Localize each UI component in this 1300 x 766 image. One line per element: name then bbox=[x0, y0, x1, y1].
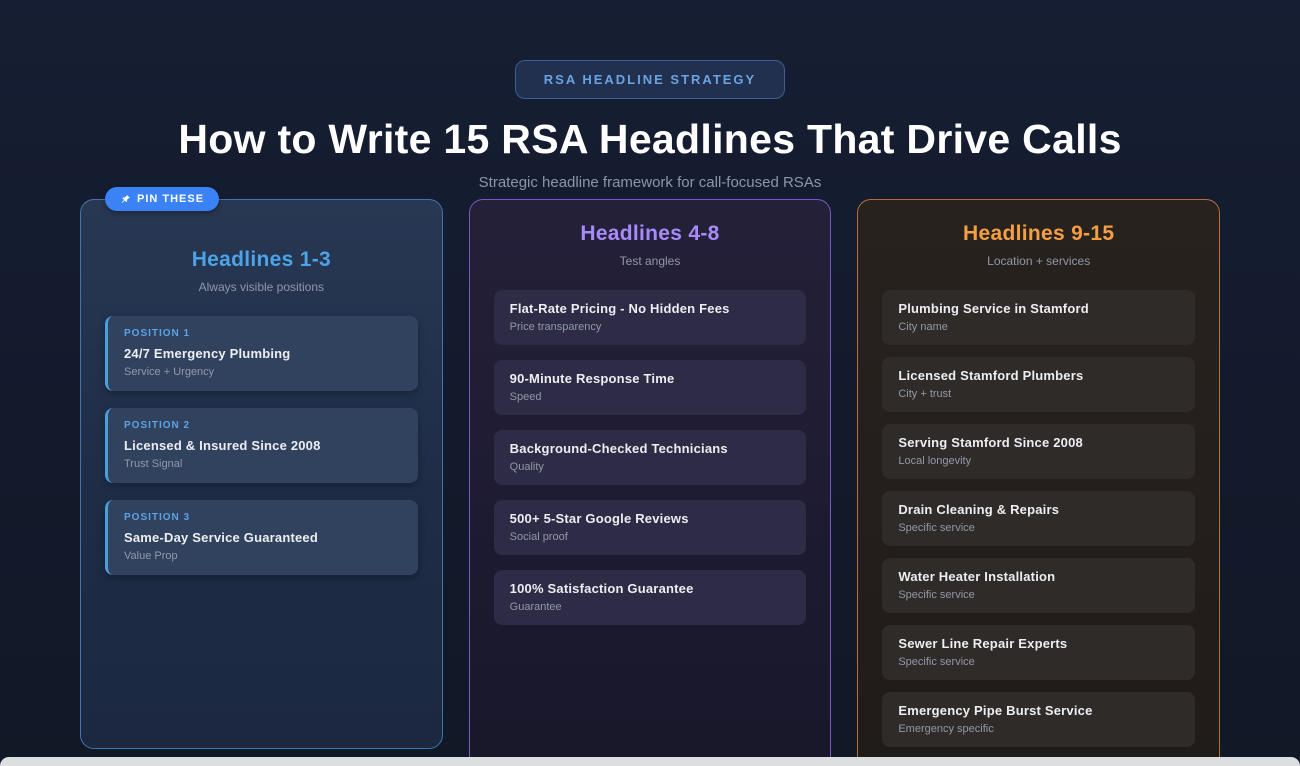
column-title: Headlines 9-15 bbox=[963, 222, 1115, 246]
headline-note: Guarantee bbox=[509, 601, 562, 614]
headline-note: Service + Urgency bbox=[124, 366, 215, 379]
headline-text: 90-Minute Response Time bbox=[509, 371, 675, 387]
headline-text: Licensed Stamford Plumbers bbox=[898, 368, 1084, 384]
headline-note: Trust Signal bbox=[124, 458, 183, 471]
headline-note: Social proof bbox=[509, 531, 568, 544]
headline-card: Water Heater Installation Specific servi… bbox=[882, 558, 1196, 614]
headline-text: Drain Cleaning & Repairs bbox=[898, 502, 1060, 518]
headline-card-position-3: POSITION 3 Same-Day Service Guaranteed V… bbox=[105, 500, 418, 576]
column-subtitle: Location + services bbox=[987, 254, 1091, 269]
headline-card: Plumbing Service in Stamford City name bbox=[882, 290, 1196, 346]
column-header: Headlines 4-8 Test angles bbox=[494, 222, 807, 268]
column-headlines-1-3: PIN THESE Headlines 1-3 Always visible p… bbox=[80, 187, 443, 750]
headline-text: Plumbing Service in Stamford bbox=[898, 301, 1089, 317]
column-headlines-4-8: Headlines 4-8 Test angles Flat-Rate Pric… bbox=[468, 199, 832, 766]
headline-note: Specific service bbox=[898, 522, 975, 535]
pin-badge-label: PIN THESE bbox=[137, 193, 205, 206]
page-title: How to Write 15 RSA Headlines That Drive… bbox=[178, 116, 1122, 162]
columns-container: PIN THESE Headlines 1-3 Always visible p… bbox=[80, 187, 1221, 766]
headline-note: City + trust bbox=[898, 388, 952, 401]
headline-text: Licensed & Insured Since 2008 bbox=[124, 438, 321, 454]
headline-note: Quality bbox=[509, 461, 544, 474]
headline-text: 500+ 5-Star Google Reviews bbox=[509, 511, 689, 527]
headline-text: 24/7 Emergency Plumbing bbox=[124, 346, 291, 362]
headline-text: Serving Stamford Since 2008 bbox=[898, 435, 1083, 451]
headline-card-position-1: POSITION 1 24/7 Emergency Plumbing Servi… bbox=[105, 316, 418, 392]
headline-note: Specific service bbox=[898, 589, 975, 602]
headline-note: Specific service bbox=[898, 656, 975, 669]
column-header: Headlines 1-3 Always visible positions bbox=[105, 248, 418, 294]
headline-text: Same-Day Service Guaranteed bbox=[124, 530, 318, 546]
column-headlines-9-15: Headlines 9-15 Location + services Plumb… bbox=[857, 199, 1221, 766]
headline-note: Value Prop bbox=[124, 550, 178, 563]
headline-note: Speed bbox=[509, 391, 542, 404]
strategy-badge: RSA HEADLINE STRATEGY bbox=[514, 60, 786, 99]
headline-text: 100% Satisfaction Guarantee bbox=[509, 581, 694, 597]
column-subtitle: Always visible positions bbox=[198, 280, 325, 295]
page: RSA HEADLINE STRATEGY How to Write 15 RS… bbox=[0, 0, 1300, 766]
headline-text: Emergency Pipe Burst Service bbox=[898, 703, 1093, 719]
headline-card-position-2: POSITION 2 Licensed & Insured Since 2008… bbox=[105, 408, 418, 484]
headline-card: Sewer Line Repair Experts Specific servi… bbox=[882, 625, 1196, 681]
headline-text: Flat-Rate Pricing - No Hidden Fees bbox=[509, 301, 730, 317]
headline-card: 500+ 5-Star Google Reviews Social proof bbox=[493, 500, 807, 556]
headline-card: Licensed Stamford Plumbers City + trust bbox=[882, 357, 1196, 413]
headline-card: 90-Minute Response Time Speed bbox=[493, 360, 807, 416]
position-label: POSITION 2 bbox=[124, 420, 191, 432]
headline-text: Background-Checked Technicians bbox=[509, 441, 728, 457]
headline-card: Flat-Rate Pricing - No Hidden Fees Price… bbox=[493, 290, 807, 346]
pin-icon bbox=[120, 194, 131, 205]
position-label: POSITION 3 bbox=[124, 512, 191, 524]
headline-card: Drain Cleaning & Repairs Specific servic… bbox=[882, 491, 1196, 547]
headline-note: Price transparency bbox=[509, 321, 602, 334]
column-title: Headlines 4-8 bbox=[580, 222, 720, 246]
column-title: Headlines 1-3 bbox=[191, 248, 331, 272]
headline-card: Emergency Pipe Burst Service Emergency s… bbox=[882, 692, 1196, 748]
next-section-edge bbox=[0, 757, 1300, 766]
column-header: Headlines 9-15 Location + services bbox=[882, 222, 1195, 268]
position-label: POSITION 1 bbox=[124, 328, 191, 340]
hero-section: RSA HEADLINE STRATEGY How to Write 15 RS… bbox=[0, 0, 1300, 191]
headline-card: Background-Checked Technicians Quality bbox=[493, 430, 807, 486]
headline-note: City name bbox=[898, 321, 948, 334]
column-subtitle: Test angles bbox=[619, 254, 681, 269]
headline-note: Emergency specific bbox=[898, 723, 994, 736]
headline-text: Water Heater Installation bbox=[898, 569, 1056, 585]
headline-card: 100% Satisfaction Guarantee Guarantee bbox=[493, 570, 807, 626]
headline-card: Serving Stamford Since 2008 Local longev… bbox=[882, 424, 1196, 480]
headline-note: Local longevity bbox=[898, 455, 972, 468]
pin-these-badge: PIN THESE bbox=[105, 187, 220, 212]
headline-text: Sewer Line Repair Experts bbox=[898, 636, 1068, 652]
